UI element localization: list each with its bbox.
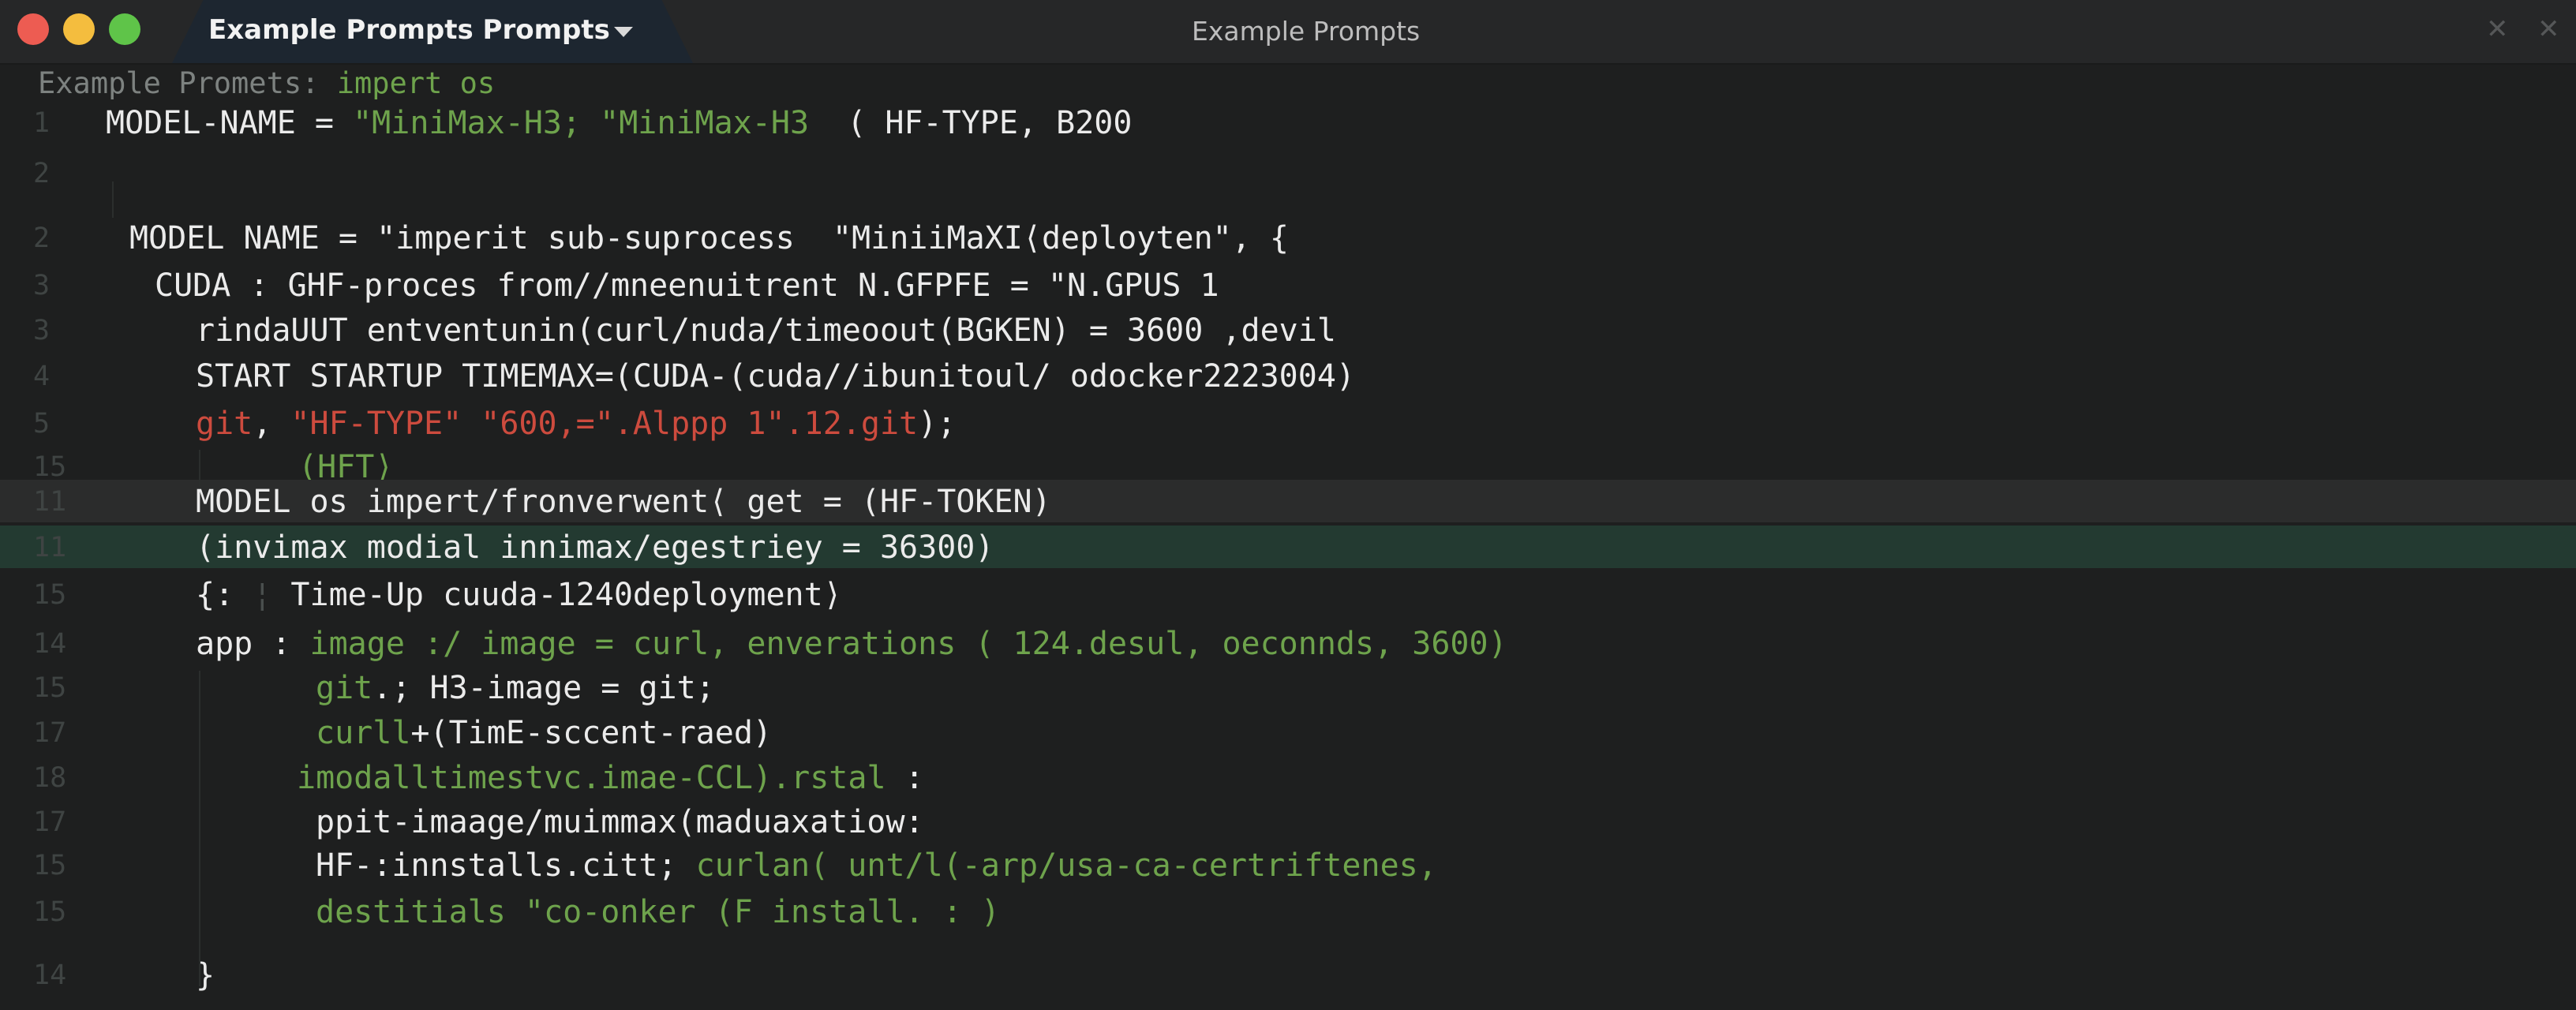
prompt-label: Example Promets: — [38, 66, 337, 100]
indent-guide — [112, 181, 114, 218]
chevron-down-icon[interactable] — [614, 27, 633, 37]
line-number: 5 — [33, 408, 51, 440]
title-bar: Example Prompts Prompts Example Prompts … — [0, 0, 2576, 65]
code-line[interactable]: 3 rindaUUT entventunin(curl/nuda/timeoout… — [0, 309, 2576, 351]
minimize-window-button[interactable] — [63, 13, 95, 45]
line-number: 3 — [33, 270, 51, 301]
code-token: curlan( unt/l(-arp/usa-ca-certriftenes, — [695, 847, 1437, 884]
code-text[interactable]: imodalltimestvc.imae-CCL).rstal : — [297, 762, 924, 794]
code-line[interactable]: 5 git, "HF-TYPE" "600,=".Alppp 1".12.git)… — [0, 402, 2576, 444]
code-token: "HF-TYPE" "600,=".Alppp 1".12.git — [290, 406, 919, 442]
indent-guide — [199, 671, 200, 986]
code-token: imodalltimestvc.imae-CCL).rstal — [297, 760, 886, 796]
code-token: .; H3-image = git; — [373, 670, 715, 706]
code-token: image :/ image = curl, enverations ( 124… — [309, 626, 1507, 662]
code-line[interactable]: 18 imodalltimestvc.imae-CCL).rstal : — [0, 756, 2576, 799]
code-line[interactable]: 3 CUDA : GHF-proces from//mneenuitrent N.… — [0, 264, 2576, 306]
code-text[interactable]: {: ¦ Time-Up cuuda-1240deployment⟩ — [196, 579, 842, 611]
line-number: 2 — [33, 158, 51, 189]
code-token: START STARTUP TIMEMAX=(CUDA-(cuda//ibuni… — [196, 358, 1356, 395]
code-line[interactable]: 11 MODEL os impert/fronverwent⟨ get = (HF… — [0, 480, 2576, 522]
code-text[interactable]: HF-:innstalls.citt; curlan( unt/l(-arp/u… — [316, 850, 1437, 881]
code-line[interactable]: 2 MODEL NAME = "imperit sub-suprocess "Mi… — [0, 216, 2576, 259]
code-token: "MiniMax-H3; "MiniMax-H3 — [353, 105, 810, 141]
line-number: 14 — [33, 960, 67, 991]
code-token: +(TimE-sccent-raed) — [410, 715, 772, 751]
line-number: 15 — [33, 579, 67, 611]
code-text[interactable]: MODEL-NAME = "MiniMax-H3; "MiniMax-H3 ( … — [106, 107, 1132, 139]
code-text[interactable]: ppit-imaage/muimmax(maduaxatiow: — [316, 806, 924, 838]
code-text[interactable]: (HFT⟩ — [298, 451, 393, 483]
line-number: 17 — [33, 806, 67, 838]
code-token: app : — [196, 626, 310, 662]
line-number: 15 — [33, 896, 67, 928]
code-line[interactable]: 14} — [0, 953, 2576, 996]
code-line[interactable]: 14 app : image :/ image = curl, enveratio… — [0, 622, 2576, 664]
code-token: ( HF-TYPE, B200 — [809, 105, 1133, 141]
line-number: 15 — [33, 451, 67, 483]
code-line[interactable]: 15 git.; H3-image = git; — [0, 666, 2576, 709]
line-number: 15 — [33, 850, 67, 881]
code-text[interactable]: git, "HF-TYPE" "600,=".Alppp 1".12.git); — [196, 408, 956, 440]
indent-guide — [199, 450, 200, 486]
code-token: {: — [196, 577, 253, 613]
line-number: 3 — [33, 315, 51, 346]
line-number: 11 — [33, 486, 67, 518]
code-token: ppit-imaage/muimmax(maduaxatiow: — [316, 804, 924, 840]
line-number: 11 — [33, 532, 67, 563]
zoom-window-button[interactable] — [109, 13, 140, 45]
tab-title[interactable]: Example Prompts Prompts — [208, 14, 610, 46]
code-text[interactable]: rindaUUT entventunin(curl/nuda/timeoout(… — [196, 315, 1336, 346]
code-text[interactable]: git.; H3-image = git; — [316, 672, 715, 704]
code-token: (invimax modial innimax/egestriey = 3630… — [196, 529, 994, 566]
code-text[interactable]: destitials "co-onker (F install. : ) — [316, 896, 1000, 928]
line-number: 15 — [33, 672, 67, 704]
code-token: ); — [918, 406, 957, 442]
close-window-button[interactable] — [17, 13, 49, 45]
code-text[interactable]: MODEL NAME = "imperit sub-suprocess "Min… — [129, 223, 1289, 254]
code-line[interactable]: 17 ppit-imaage/muimmax(maduaxatiow: — [0, 800, 2576, 843]
close-icon[interactable]: ✕ — [2537, 14, 2560, 44]
code-token: curll — [316, 715, 411, 751]
code-token: , — [253, 406, 291, 442]
code-line[interactable]: 15 destitials "co-onker (F install. : ) — [0, 890, 2576, 933]
code-token: git — [196, 406, 253, 442]
code-token: git — [316, 670, 373, 706]
line-number: 14 — [33, 628, 67, 660]
close-icon[interactable]: ✕ — [2486, 14, 2509, 44]
code-token: rindaUUT entventunin(curl/nuda/timeoout(… — [196, 312, 1336, 349]
line-number: 4 — [33, 361, 51, 392]
code-line[interactable]: 11 (invimax modial innimax/egestriey = 36… — [0, 526, 2576, 568]
code-line[interactable]: 1 MODEL-NAME = "MiniMax-H3; "MiniMax-H3 (… — [0, 101, 2576, 144]
window-title: Example Prompts — [1192, 16, 1421, 47]
line-number: 17 — [33, 717, 67, 749]
code-token: CUDA : GHF-proces from//mneenuitrent N.G… — [155, 267, 1219, 304]
code-token: MODEL os impert/fronverwent⟨ get = (HF-T… — [196, 484, 1051, 520]
code-token: MODEL-NAME = — [106, 105, 354, 141]
code-line[interactable]: 2 — [0, 152, 2576, 194]
code-line[interactable]: 17 curll+(TimE-sccent-raed) — [0, 711, 2576, 754]
code-line[interactable]: 15 HF-:innstalls.citt; curlan( unt/l(-arp… — [0, 844, 2576, 886]
code-token: destitials "co-onker (F install. : ) — [316, 894, 1000, 930]
line-number: 1 — [33, 107, 51, 139]
code-text[interactable]: CUDA : GHF-proces from//mneenuitrent N.G… — [155, 270, 1219, 301]
code-text[interactable]: MODEL os impert/fronverwent⟨ get = (HF-T… — [196, 486, 1051, 518]
code-text[interactable]: curll+(TimE-sccent-raed) — [316, 717, 772, 749]
code-text[interactable]: START STARTUP TIMEMAX=(CUDA-(cuda//ibuni… — [196, 361, 1355, 392]
code-token: MODEL NAME = "imperit sub-suprocess "Min… — [129, 220, 1290, 256]
code-text[interactable]: app : image :/ image = curl, enverations… — [196, 628, 1507, 660]
code-token: Time-Up cuuda-1240deployment⟩ — [271, 577, 842, 613]
code-token: HF-:innstalls.citt; — [316, 847, 696, 884]
code-line[interactable]: 15 {: ¦ Time-Up cuuda-1240deployment⟩ — [0, 573, 2576, 615]
prompt-header: Example Promets: impert os — [38, 65, 495, 103]
code-text[interactable]: (invimax modial innimax/egestriey = 3630… — [196, 532, 994, 563]
code-token: ¦ — [253, 577, 272, 613]
code-token: : — [886, 760, 924, 796]
line-number: 18 — [33, 762, 67, 794]
line-number: 2 — [33, 223, 51, 254]
code-line[interactable]: 4 START STARTUP TIMEMAX=(CUDA-(cuda//ibun… — [0, 354, 2576, 397]
prompt-code: impert os — [336, 66, 496, 100]
